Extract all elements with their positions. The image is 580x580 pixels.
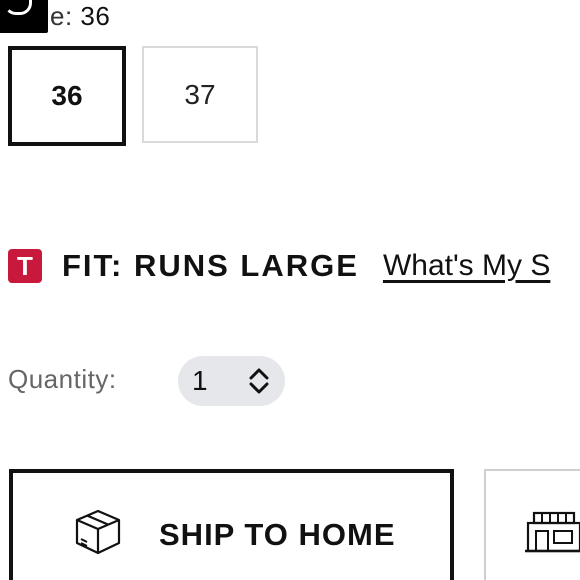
fit-row: T FIT: RUNS LARGE What's My S [8, 246, 550, 286]
quantity-label: Quantity: [8, 364, 117, 394]
package-icon [75, 509, 121, 555]
ship-to-home-button[interactable]: SHIP TO HOME [9, 469, 454, 580]
size-guide-link[interactable]: What's My S [383, 249, 550, 283]
size-option-37[interactable]: 37 [142, 46, 258, 143]
ship-to-home-label: SHIP TO HOME [159, 517, 396, 552]
size-label-text: e: [50, 1, 73, 31]
store-icon [525, 511, 580, 553]
tab-glyph [4, 0, 32, 15]
close-tab[interactable] [0, 0, 48, 33]
size-heading: e: 36 [50, 1, 110, 32]
chevron-up-down-icon [249, 368, 269, 394]
fit-text: FIT: RUNS LARGE [62, 248, 359, 283]
size-option-label: 37 [184, 78, 216, 110]
product-options-panel: e: 36 36 37 T FIT: RUNS LARGE What's My … [0, 0, 580, 580]
size-option-36[interactable]: 36 [8, 46, 126, 146]
quantity-select[interactable]: 1 [178, 356, 285, 406]
quantity-value: 1 [192, 365, 208, 396]
pick-up-in-store-button[interactable] [484, 469, 580, 580]
size-selected-value: 36 [80, 1, 111, 31]
fit-badge-icon: T [8, 249, 42, 283]
size-option-label: 36 [51, 80, 83, 111]
